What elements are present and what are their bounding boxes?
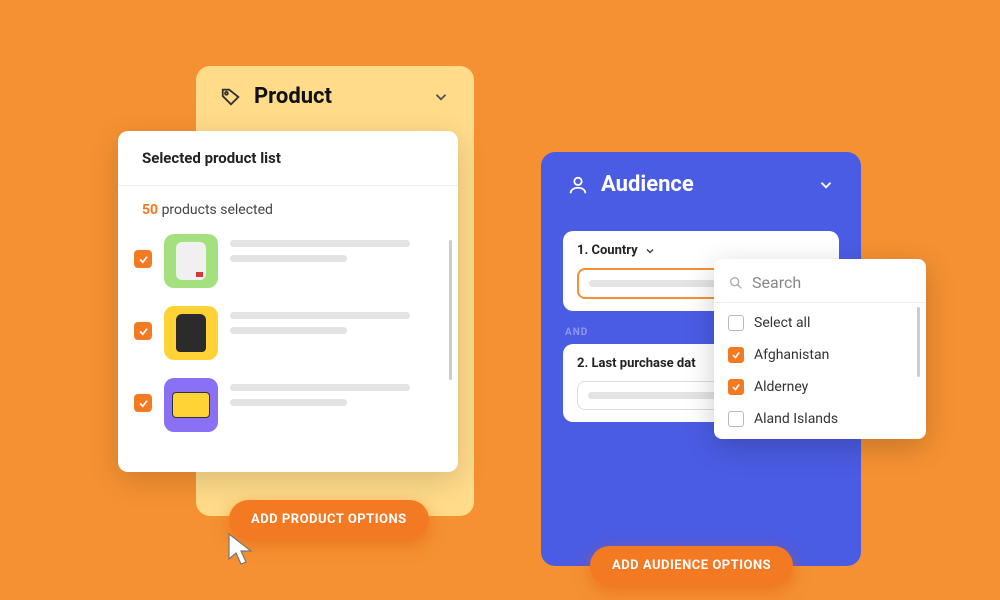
product-text-placeholder xyxy=(230,378,442,414)
dropdown-option[interactable]: Afghanistan xyxy=(714,339,926,371)
checkbox[interactable] xyxy=(728,315,744,331)
product-list xyxy=(118,234,458,466)
scrollbar[interactable] xyxy=(917,307,920,377)
option-label: Select all xyxy=(754,315,810,331)
product-popup: Selected product list 50 products select… xyxy=(118,131,458,472)
tag-icon xyxy=(220,86,242,108)
add-product-options-button[interactable]: ADD PRODUCT OPTIONS xyxy=(229,500,429,539)
audience-title: Audience xyxy=(601,172,694,197)
filter-label[interactable]: 1. Country xyxy=(577,243,825,258)
chevron-down-icon[interactable] xyxy=(432,88,450,106)
country-dropdown: Search Select all Afghanistan Alderney A… xyxy=(714,259,926,439)
chevron-down-icon[interactable] xyxy=(817,176,835,194)
product-thumbnail xyxy=(164,306,218,360)
product-thumbnail xyxy=(164,234,218,288)
dropdown-option-select-all[interactable]: Select all xyxy=(714,307,926,339)
dropdown-option[interactable]: Alderney xyxy=(714,371,926,403)
count-number: 50 xyxy=(142,202,158,218)
audience-header[interactable]: Audience xyxy=(541,152,861,217)
list-item[interactable] xyxy=(134,234,442,288)
checkbox[interactable] xyxy=(134,250,152,268)
option-label: Afghanistan xyxy=(754,347,829,363)
popup-title: Selected product list xyxy=(118,131,458,186)
product-count: 50 products selected xyxy=(118,186,458,234)
checkbox[interactable] xyxy=(134,394,152,412)
person-icon xyxy=(567,174,589,196)
list-item[interactable] xyxy=(134,378,442,432)
dropdown-option[interactable]: Aland Islands xyxy=(714,403,926,435)
product-title: Product xyxy=(254,84,332,109)
product-thumbnail xyxy=(164,378,218,432)
dropdown-search[interactable]: Search xyxy=(714,263,926,302)
option-label: Aland Islands xyxy=(754,411,838,427)
search-placeholder: Search xyxy=(752,273,801,292)
checkbox[interactable] xyxy=(728,347,744,363)
checkbox[interactable] xyxy=(134,322,152,340)
option-label: Alderney xyxy=(754,379,808,395)
checkbox[interactable] xyxy=(728,411,744,427)
checkbox[interactable] xyxy=(728,379,744,395)
scrollbar[interactable] xyxy=(449,240,452,380)
search-icon xyxy=(728,275,744,291)
list-item[interactable] xyxy=(134,306,442,360)
count-text: products selected xyxy=(162,202,273,218)
product-text-placeholder xyxy=(230,234,442,270)
add-audience-options-button[interactable]: ADD AUDIENCE OPTIONS xyxy=(590,546,793,585)
chevron-down-icon xyxy=(644,245,656,257)
product-text-placeholder xyxy=(230,306,442,342)
cursor-icon xyxy=(225,531,257,569)
product-header[interactable]: Product xyxy=(196,66,474,127)
